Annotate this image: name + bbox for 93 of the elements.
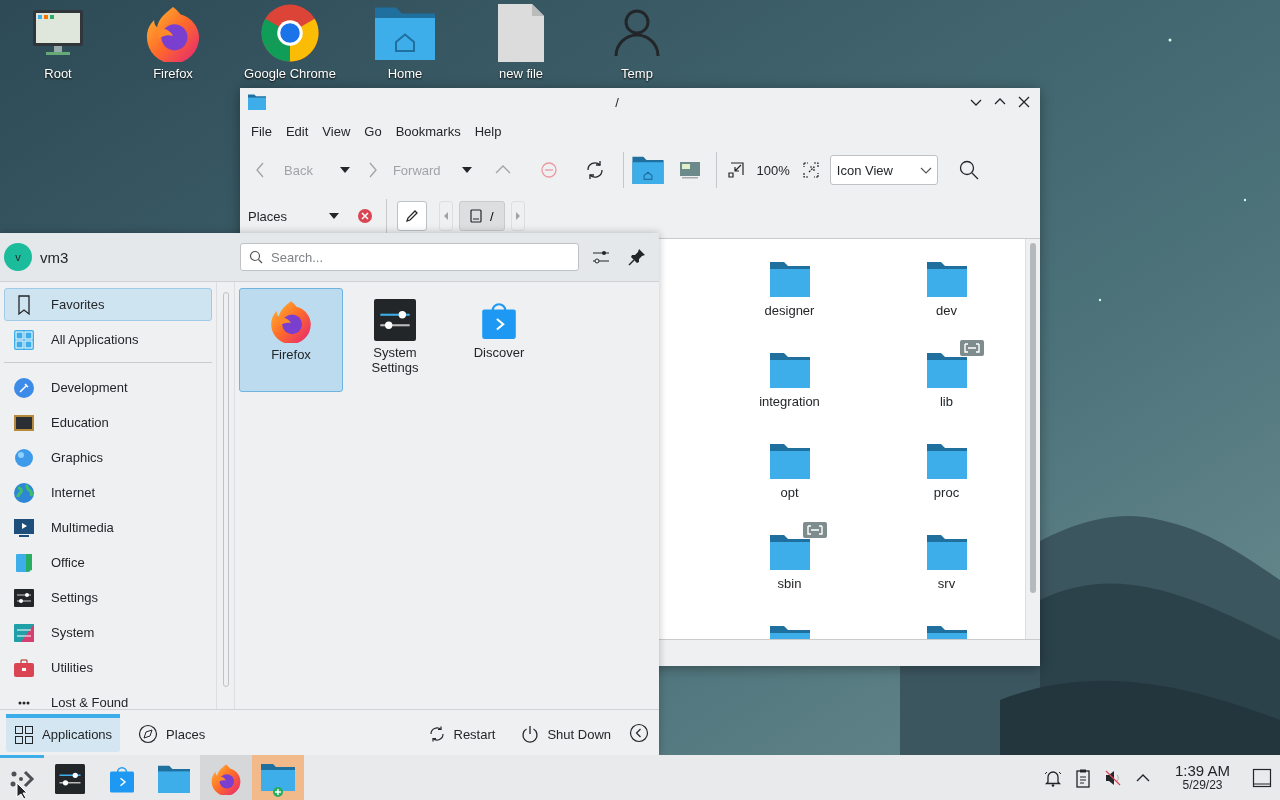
folder-icon (158, 764, 190, 794)
file-name[interactable]: dev (936, 303, 957, 318)
category-item[interactable]: Graphics (4, 441, 212, 474)
file-name[interactable]: integration (759, 394, 820, 409)
chrome-icon (260, 3, 320, 63)
category-item[interactable]: System (4, 616, 212, 649)
menu-item[interactable]: Edit (278, 119, 316, 143)
monitor-icon (32, 8, 84, 58)
show-desktop-button[interactable] (1252, 767, 1272, 788)
category-item[interactable]: Settings (4, 581, 212, 614)
view-mode-dropdown[interactable]: Icon View (829, 155, 938, 185)
menu-item[interactable]: Bookmarks (388, 119, 468, 143)
sliders-icon (55, 764, 85, 794)
desktop-icon-label[interactable]: Google Chrome (244, 66, 336, 81)
file-name[interactable]: opt (780, 485, 799, 500)
restart-icon (427, 725, 446, 743)
category-item[interactable]: Utilities (4, 651, 212, 684)
arrow-right-icon (514, 211, 521, 221)
sliders-icon (374, 299, 416, 341)
category-item[interactable]: Development (4, 371, 212, 404)
leave-button[interactable] (629, 722, 649, 743)
pin-icon (627, 247, 647, 267)
toolbox-icon (13, 656, 35, 679)
scrollbar-thumb[interactable] (1030, 243, 1036, 593)
file-name[interactable]: sbin (777, 576, 802, 591)
sliders-icon (13, 586, 35, 609)
category-item[interactable]: Office (4, 546, 212, 579)
file-name[interactable]: proc (933, 485, 960, 500)
category-item[interactable]: Education (4, 406, 212, 439)
panel-title: Places (248, 208, 289, 224)
file-icon (498, 4, 544, 62)
scrollbar-thumb[interactable] (222, 292, 229, 687)
hammer-icon (13, 376, 35, 399)
chevron-left-icon (254, 161, 266, 179)
document-icon (13, 551, 35, 574)
search-field[interactable]: Search... (240, 243, 579, 271)
launcher-tab[interactable]: Places (130, 713, 214, 752)
grid-icon (14, 724, 34, 745)
app-tile[interactable]: System Settings (343, 288, 447, 392)
dots-icon (18, 700, 30, 705)
menu-item[interactable]: File (244, 119, 279, 143)
mouse-pointer-icon (16, 782, 28, 800)
category-item[interactable]: All Applications (4, 323, 212, 356)
arrow-left-icon (443, 211, 449, 221)
power-action-button[interactable]: Shut Down (513, 713, 619, 752)
firefox-icon (144, 4, 202, 62)
drive-icon (470, 209, 482, 223)
user-icon (614, 8, 660, 58)
link-badge-icon (960, 340, 984, 356)
firefox-icon (210, 763, 242, 795)
menu-item[interactable]: Go (357, 119, 389, 143)
user-name: vm3 (40, 248, 70, 266)
file-name[interactable]: srv (937, 576, 956, 591)
desktop-icon-label[interactable]: Root (44, 66, 72, 81)
category-item[interactable]: Multimedia (4, 511, 212, 544)
compass-icon (138, 724, 159, 744)
desktop-icon-label[interactable]: Home (387, 66, 423, 81)
shopping-bag-icon (107, 764, 137, 794)
power-icon (521, 725, 540, 743)
clock-date[interactable]: 5/29/23 (1182, 779, 1223, 793)
category-item[interactable]: Favorites (4, 288, 212, 321)
desktop-icon-label[interactable]: new file (498, 66, 544, 81)
clock-time[interactable]: 1:39 AM (1174, 762, 1230, 780)
close-button[interactable] (1016, 94, 1032, 110)
launcher-tab[interactable]: Applications (6, 713, 121, 752)
search-icon (249, 250, 263, 264)
close-panel-button[interactable] (356, 207, 374, 225)
home-folder-button[interactable] (631, 156, 664, 184)
globe-icon (13, 481, 35, 504)
zoom-level: 100% (756, 162, 790, 178)
file-name[interactable]: lib (940, 394, 953, 409)
play-screen-icon (13, 516, 35, 539)
user-avatar[interactable]: v (4, 243, 32, 271)
app-tile[interactable]: Discover (447, 288, 551, 392)
menu-item[interactable]: View (315, 119, 358, 143)
folder-icon (248, 93, 266, 111)
sphere-icon (13, 446, 35, 469)
app-tile[interactable]: Firefox (239, 288, 343, 392)
menu-item[interactable]: Help (467, 119, 509, 143)
power-action-button[interactable]: Restart (419, 713, 504, 752)
breadcrumb-segment[interactable]: / (459, 201, 505, 231)
folder-add-icon (261, 761, 295, 797)
window-title: / (614, 94, 620, 110)
firefox-icon (269, 299, 313, 343)
category-item[interactable]: Internet (4, 476, 212, 509)
link-badge-icon (803, 522, 827, 538)
edit-location-button[interactable] (397, 201, 427, 231)
desktop-icon-label[interactable]: Temp (621, 66, 653, 81)
file-name[interactable]: designer (764, 303, 815, 318)
pencil-icon (405, 209, 419, 223)
system-icon (13, 621, 35, 644)
desktop-icon-label[interactable]: Firefox (153, 66, 193, 81)
grid-icon (13, 328, 35, 351)
